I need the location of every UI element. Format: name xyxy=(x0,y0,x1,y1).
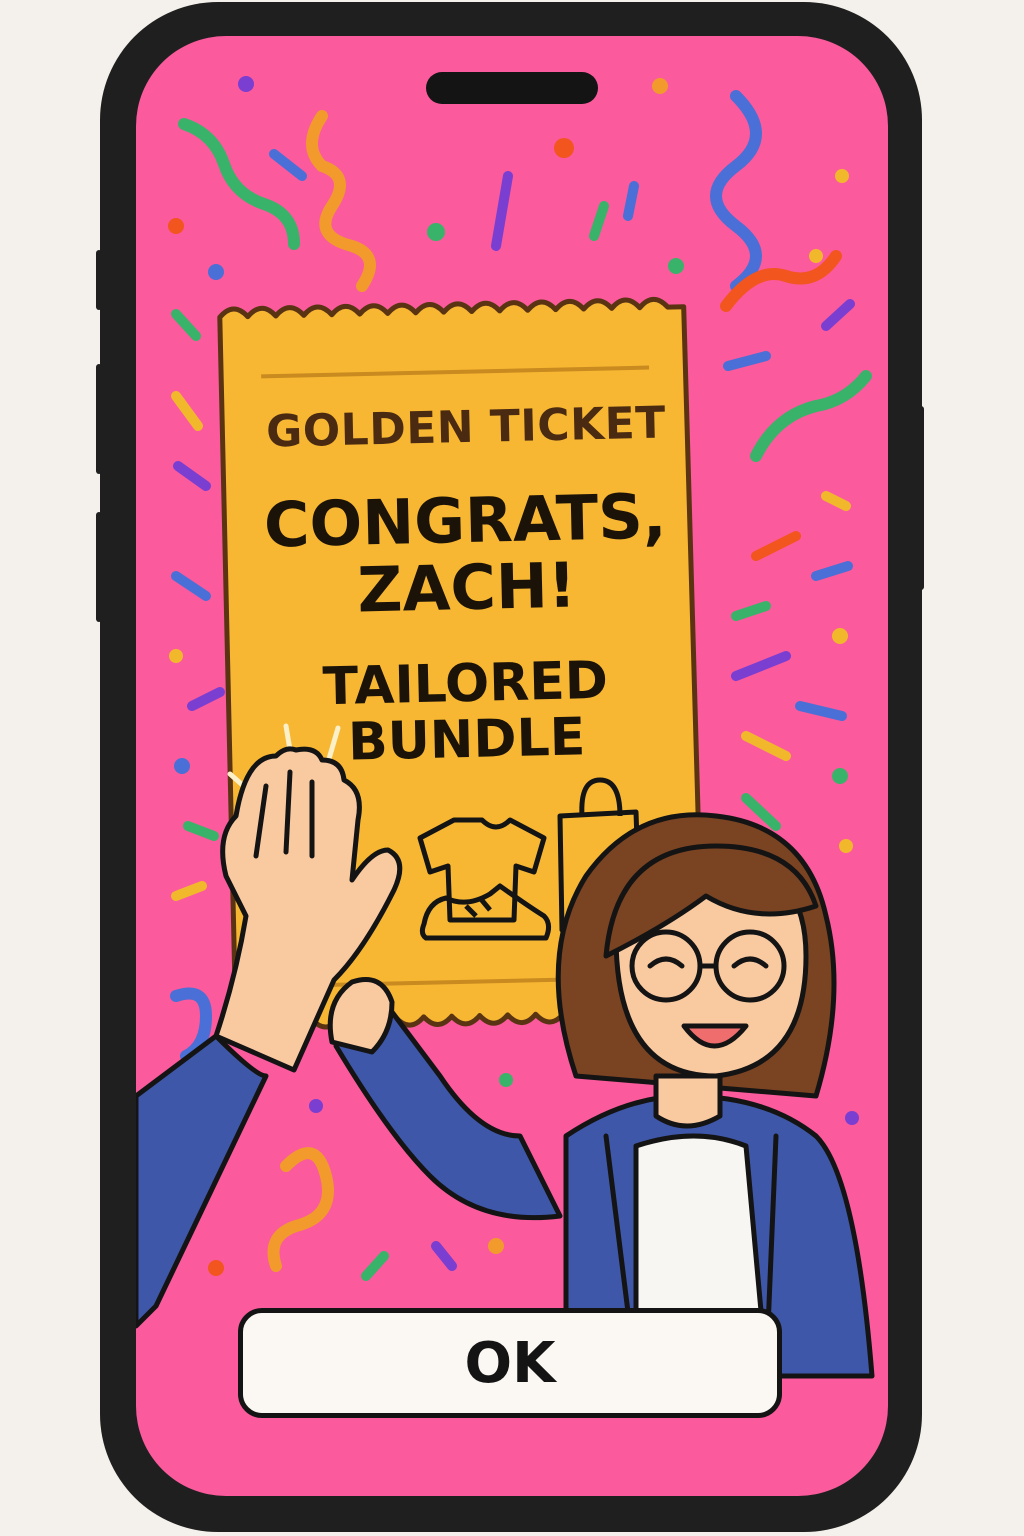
headline-line: ZACH! xyxy=(356,548,577,627)
camera-notch xyxy=(426,72,598,104)
bundle-title: TAILORED BUNDLE xyxy=(235,651,697,774)
volume-button xyxy=(96,364,102,474)
ok-button[interactable]: OK xyxy=(238,1308,782,1418)
bundle-title-line: BUNDLE xyxy=(347,707,586,773)
celebration-screen: GOLDEN TICKET CONGRATS, ZACH! TAILORED B… xyxy=(136,36,888,1496)
headline-line: CONGRATS, xyxy=(263,479,668,562)
congrats-headline: CONGRATS, ZACH! xyxy=(235,479,698,627)
ticket-eyebrow: GOLDEN TICKET xyxy=(265,397,667,458)
power-button xyxy=(918,406,924,590)
volume-button xyxy=(96,512,102,622)
volume-button xyxy=(96,250,102,310)
